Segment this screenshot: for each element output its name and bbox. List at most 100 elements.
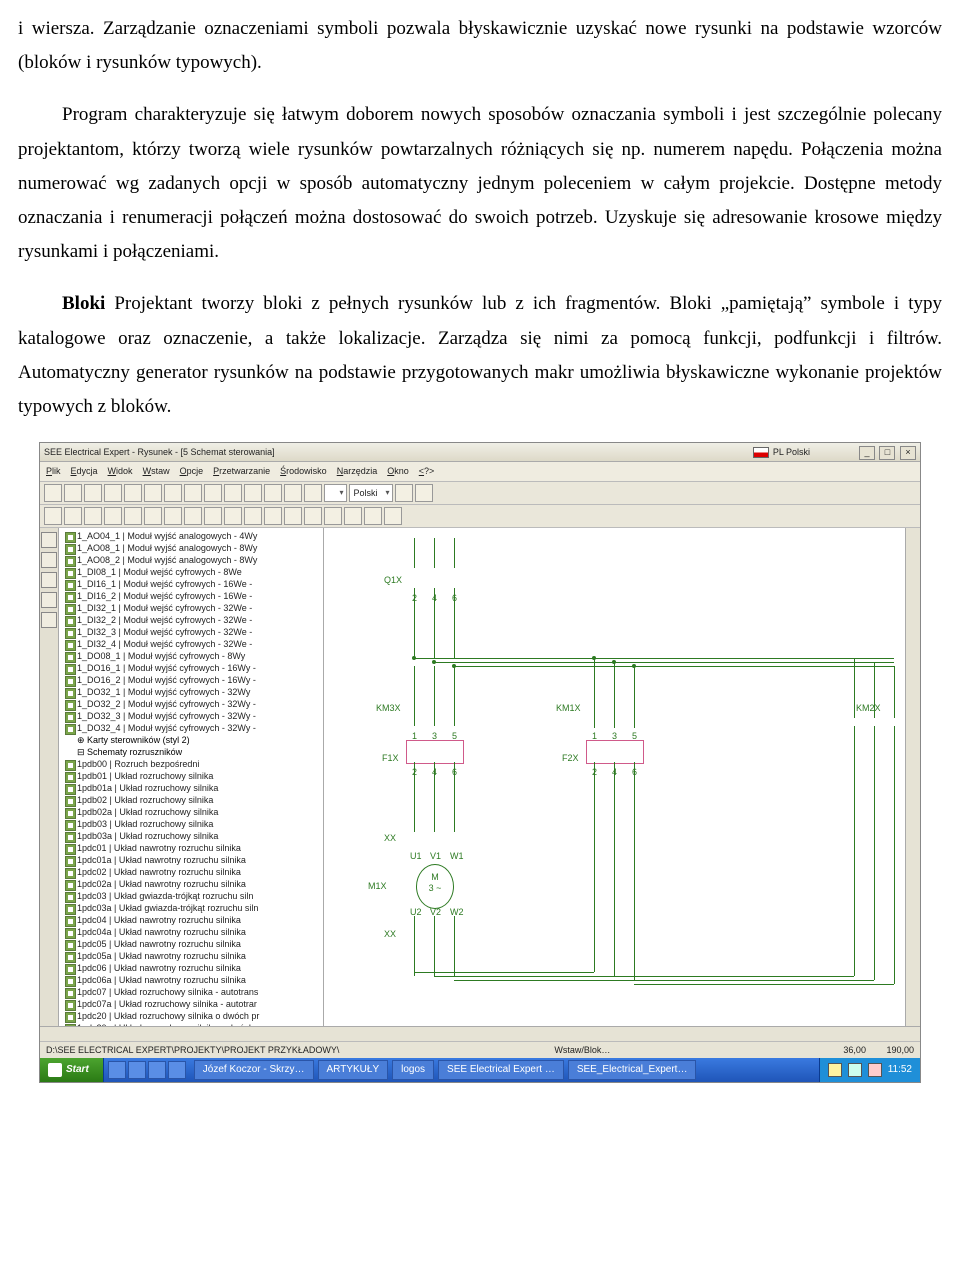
toolbar-button[interactable] [164, 507, 182, 525]
tree-item[interactable]: 1pdc05 | Układ nawrotny rozruchu silnika [63, 938, 323, 950]
tree-item[interactable]: 1pdc05a | Układ nawrotny rozruchu silnik… [63, 950, 323, 962]
toolbar-button[interactable] [264, 484, 282, 502]
tree-item[interactable]: 1pdc07a | Układ rozruchowy silnika - aut… [63, 998, 323, 1010]
taskbar-item[interactable]: logos [392, 1060, 434, 1080]
tree-item[interactable]: 1pdc07 | Układ rozruchowy silnika - auto… [63, 986, 323, 998]
tray-icon[interactable] [868, 1063, 882, 1077]
toolbar-button[interactable] [84, 507, 102, 525]
tree-item[interactable]: 1pdc03a | Układ gwiazda-trójkąt rozruchu… [63, 902, 323, 914]
tree-item[interactable]: 1pdc20 | Układ rozruchowy silnika o dwóc… [63, 1010, 323, 1022]
toolbar-button[interactable] [304, 484, 322, 502]
maximize-button[interactable]: □ [879, 446, 895, 460]
tree-item[interactable]: 1pdb02a | Układ rozruchowy silnika [63, 806, 323, 818]
quick-icon[interactable] [168, 1061, 186, 1079]
taskbar-item[interactable]: Józef Koczor - Skrzy… [194, 1060, 314, 1080]
toolbar-button[interactable] [244, 507, 262, 525]
menu-item[interactable]: Środowisko [280, 463, 327, 479]
tree-item[interactable]: 1_DO32_4 | Moduł wyjść cyfrowych - 32Wy … [63, 722, 323, 734]
tree-item[interactable]: 1pdb02 | Układ rozruchowy silnika [63, 794, 323, 806]
tool-icon[interactable] [41, 592, 57, 608]
toolbar-button[interactable] [415, 484, 433, 502]
tree-pane[interactable]: 1_AO04_1 | Moduł wyjść analogowych - 4Wy… [59, 528, 324, 1026]
toolbar-button[interactable] [304, 507, 322, 525]
tree-item[interactable]: 1_DO16_2 | Moduł wyjść cyfrowych - 16Wy … [63, 674, 323, 686]
tray-icon[interactable] [848, 1063, 862, 1077]
minimize-button[interactable]: _ [859, 446, 875, 460]
tree-item[interactable]: 1pdc02a | Układ nawrotny rozruchu silnik… [63, 878, 323, 890]
system-tray[interactable]: 11:52 [819, 1058, 920, 1082]
vertical-scrollbar[interactable] [905, 528, 920, 1026]
toolbar-button[interactable] [344, 507, 362, 525]
tree-item[interactable]: 1pdb03a | Układ rozruchowy silnika [63, 830, 323, 842]
toolbar-button[interactable] [395, 484, 413, 502]
tree-item[interactable]: 1_DI16_1 | Moduł wejść cyfrowych - 16We … [63, 578, 323, 590]
tree-item[interactable]: 1pdc06 | Układ nawrotny rozruchu silnika [63, 962, 323, 974]
drawing-canvas[interactable]: Q1X 2 4 6 KM3X F1X 1 3 [324, 528, 905, 1026]
toolbar-button[interactable] [284, 507, 302, 525]
toolbar-button[interactable] [144, 484, 162, 502]
toolbar-button[interactable] [104, 507, 122, 525]
toolbar-button[interactable] [164, 484, 182, 502]
toolbar-button[interactable] [144, 507, 162, 525]
tree-item[interactable]: 1pdc03 | Układ gwiazda-trójkąt rozruchu … [63, 890, 323, 902]
tree-item[interactable]: 1_DI08_1 | Moduł wejść cyfrowych - 8We [63, 566, 323, 578]
tree-item[interactable]: 1_DO08_1 | Moduł wyjść cyfrowych - 8Wy [63, 650, 323, 662]
tree-item[interactable]: 1pdc20a | Układ rozruchowy silnika o dwó… [63, 1022, 323, 1026]
close-button[interactable]: × [900, 446, 916, 460]
menu-item[interactable]: Opcje [180, 463, 204, 479]
toolbar-button[interactable] [244, 484, 262, 502]
toolbar-button[interactable] [384, 507, 402, 525]
toolbar-button[interactable] [104, 484, 122, 502]
tree-item[interactable]: 1_DO32_3 | Moduł wyjść cyfrowych - 32Wy … [63, 710, 323, 722]
menu-item[interactable]: Widok [108, 463, 133, 479]
tree-item[interactable]: 1_DI32_2 | Moduł wejść cyfrowych - 32We … [63, 614, 323, 626]
tree-item[interactable]: 1_DI16_2 | Moduł wejść cyfrowych - 16We … [63, 590, 323, 602]
toolbar-button[interactable] [124, 484, 142, 502]
menu-item[interactable]: Plik [46, 463, 61, 479]
menu-item[interactable]: Narzędzia [337, 463, 378, 479]
tree-folder[interactable]: ⊕ Karty sterowników (styl 2) [63, 734, 323, 746]
taskbar-item[interactable]: SEE_Electrical_Expert… [568, 1060, 697, 1080]
tool-icon[interactable] [41, 532, 57, 548]
menu-item[interactable]: Przetwarzanie [213, 463, 270, 479]
toolbar-button[interactable] [124, 507, 142, 525]
tree-item[interactable]: 1pdb03 | Układ rozruchowy silnika [63, 818, 323, 830]
language-select[interactable]: Polski [349, 484, 393, 502]
toolbar-button[interactable] [64, 484, 82, 502]
language-indicator[interactable]: PL Polski [753, 444, 810, 460]
toolbar-button[interactable] [324, 507, 342, 525]
horizontal-scrollbar[interactable] [40, 1026, 920, 1041]
menu-item[interactable]: Edycja [71, 463, 98, 479]
toolbar-select[interactable] [324, 484, 347, 502]
menu-item[interactable]: <?> [419, 463, 435, 479]
tree-item[interactable]: 1_DI32_1 | Moduł wejść cyfrowych - 32We … [63, 602, 323, 614]
tree-item[interactable]: 1pdc04 | Układ nawrotny rozruchu silnika [63, 914, 323, 926]
toolbar-button[interactable] [184, 507, 202, 525]
toolbar-button[interactable] [64, 507, 82, 525]
toolbar-button[interactable] [224, 507, 242, 525]
menu-item[interactable]: Okno [387, 463, 409, 479]
tree-item[interactable]: 1pdb01 | Układ rozruchowy silnika [63, 770, 323, 782]
tree-item[interactable]: 1_AO04_1 | Moduł wyjść analogowych - 4Wy [63, 530, 323, 542]
toolbar-button[interactable] [84, 484, 102, 502]
toolbar-button[interactable] [204, 507, 222, 525]
quick-icon[interactable] [108, 1061, 126, 1079]
start-button[interactable]: Start [40, 1058, 104, 1082]
tree-item[interactable]: 1pdb00 | Rozruch bezpośredni [63, 758, 323, 770]
toolbar-button[interactable] [44, 507, 62, 525]
tree-item[interactable]: 1pdc01 | Układ nawrotny rozruchu silnika [63, 842, 323, 854]
tree-item[interactable]: 1pdc02 | Układ nawrotny rozruchu silnika [63, 866, 323, 878]
toolbar-button[interactable] [204, 484, 222, 502]
tree-item[interactable]: 1pdc06a | Układ nawrotny rozruchu silnik… [63, 974, 323, 986]
toolbar-button[interactable] [184, 484, 202, 502]
tray-icon[interactable] [828, 1063, 842, 1077]
toolbar-button[interactable] [224, 484, 242, 502]
toolbar-button[interactable] [264, 507, 282, 525]
menu-item[interactable]: Wstaw [143, 463, 170, 479]
tree-item[interactable]: 1pdc04a | Układ nawrotny rozruchu silnik… [63, 926, 323, 938]
toolbar-button[interactable] [44, 484, 62, 502]
tree-item[interactable]: 1_AO08_1 | Moduł wyjść analogowych - 8Wy [63, 542, 323, 554]
taskbar-item[interactable]: SEE Electrical Expert … [438, 1060, 564, 1080]
toolbar-button[interactable] [364, 507, 382, 525]
tree-item[interactable]: 1pdb01a | Układ rozruchowy silnika [63, 782, 323, 794]
